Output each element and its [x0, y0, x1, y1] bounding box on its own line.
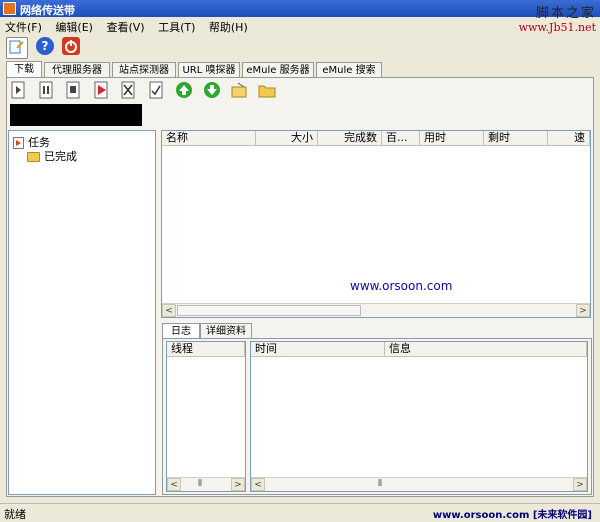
status-text: 就绪 [4, 508, 26, 521]
col-elapsed[interactable]: 用时 [420, 131, 484, 146]
svg-text:?: ? [41, 39, 48, 53]
watermark-url: www.orsoon.com [350, 279, 453, 293]
progress-display [10, 104, 142, 126]
help-icon[interactable]: ? [35, 36, 55, 56]
menu-view[interactable]: 查看(V) [101, 17, 149, 37]
col-info[interactable]: 信息 [385, 342, 587, 357]
window-title: 网络传送带 [20, 4, 75, 17]
scroll-left-button[interactable]: < [162, 304, 176, 317]
task-list-hscroll[interactable]: < > [162, 303, 590, 317]
app-icon [3, 2, 16, 15]
tab-emule-search[interactable]: eMule 搜索 [316, 62, 382, 78]
task-toolbar [10, 81, 282, 103]
site-watermark: 脚本之家 www.Jb51.net [519, 2, 596, 34]
col-completed[interactable]: 完成数 [318, 131, 382, 146]
col-size[interactable]: 大小 [256, 131, 318, 146]
tab-download[interactable]: 下载 [6, 61, 42, 78]
check-icon[interactable] [148, 81, 166, 99]
col-thread[interactable]: 线程 [167, 342, 245, 357]
thread-hscroll[interactable]: < ⦀ > [167, 477, 245, 491]
status-bar: 就绪 www.orsoon.com [未来软件园] [0, 503, 600, 521]
tree-item-completed[interactable]: 已完成 [27, 148, 77, 164]
col-time[interactable]: 时间 [251, 342, 385, 357]
scroll-grip[interactable]: ⦀ [193, 478, 207, 491]
scroll-right-button[interactable]: > [231, 478, 245, 491]
start-icon[interactable] [10, 81, 28, 99]
tab-proxy-server[interactable]: 代理服务器 [44, 62, 110, 78]
scroll-grip[interactable]: ⦀ [373, 478, 387, 491]
main-toolbar: ? [6, 36, 84, 60]
open-icon[interactable] [230, 81, 248, 99]
folder-icon [27, 152, 40, 162]
col-remaining[interactable]: 剩时 [484, 131, 548, 146]
tab-emule-server[interactable]: eMule 服务器 [242, 62, 314, 78]
scroll-right-button[interactable]: > [573, 478, 587, 491]
title-bar: 网络传送带 [0, 0, 600, 17]
log-list: 时间 信息 < ⦀ > [250, 341, 588, 492]
delete-icon[interactable] [120, 81, 138, 99]
tab-url-sniffer[interactable]: URL 嗅探器 [178, 62, 240, 78]
stop-icon[interactable] [65, 81, 83, 99]
tree-label-completed: 已完成 [44, 150, 77, 163]
task-icon [13, 137, 24, 149]
col-name[interactable]: 名称 [162, 131, 256, 146]
col-speed[interactable]: 速 [548, 131, 590, 146]
col-percent[interactable]: 百... [382, 131, 420, 146]
new-task-icon[interactable] [6, 37, 28, 59]
tab-site-detector[interactable]: 站点探测器 [112, 62, 176, 78]
menu-help[interactable]: 帮助(H) [204, 17, 253, 37]
status-site: www.orsoon.com [未来软件园] [432, 510, 592, 521]
watermark-line1: 脚本之家 [535, 6, 596, 21]
scroll-left-button[interactable]: < [167, 478, 181, 491]
pause-icon[interactable] [38, 81, 56, 99]
thread-list: 线程 < ⦀ > [166, 341, 246, 492]
scroll-thumb[interactable] [177, 305, 361, 316]
task-tree: 任务 已完成 [8, 130, 156, 495]
menu-tools[interactable]: 工具(T) [153, 17, 200, 37]
tab-log[interactable]: 日志 [162, 323, 200, 339]
scroll-left-button[interactable]: < [251, 478, 265, 491]
log-hscroll[interactable]: < ⦀ > [251, 477, 587, 491]
power-icon[interactable] [61, 36, 81, 56]
tab-details[interactable]: 详细资料 [200, 323, 252, 339]
menu-bar: 文件(F) 编辑(E) 查看(V) 工具(T) 帮助(H) [0, 17, 420, 34]
folder-icon[interactable] [258, 81, 276, 99]
menu-file[interactable]: 文件(F) [0, 17, 47, 37]
scroll-right-button[interactable]: > [576, 304, 590, 317]
watermark-line2: www.Jb51.net [518, 21, 596, 34]
move-up-icon[interactable] [175, 81, 193, 99]
play-red-icon[interactable] [93, 81, 111, 99]
menu-edit[interactable]: 编辑(E) [50, 17, 98, 37]
move-down-icon[interactable] [203, 81, 221, 99]
